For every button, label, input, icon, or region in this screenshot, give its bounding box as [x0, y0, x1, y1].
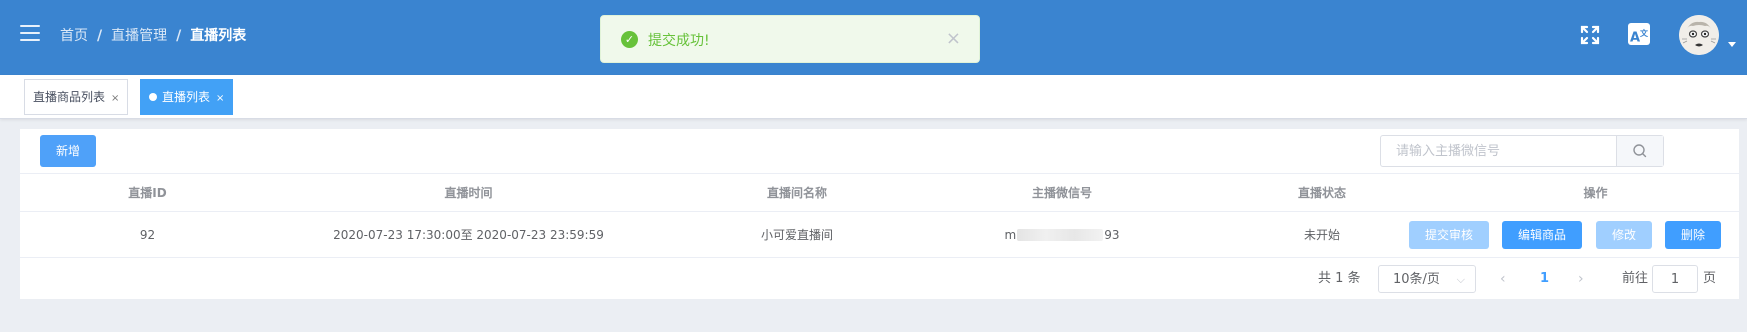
column-header: 直播ID: [128, 186, 167, 200]
breadcrumb-separator: /: [97, 28, 103, 44]
goto-page-field: [1652, 265, 1698, 293]
modify-button[interactable]: 修改: [1596, 221, 1652, 249]
toast-message: 提交成功!: [648, 33, 710, 49]
tab-label: 直播列表: [162, 90, 211, 104]
page-number[interactable]: 1: [1540, 265, 1549, 293]
breadcrumb-home[interactable]: 首页: [60, 28, 88, 44]
next-page-button[interactable]: ›: [1578, 265, 1584, 293]
page-size-select[interactable]: 10条/页 ⌵: [1378, 265, 1476, 293]
close-icon[interactable]: ×: [111, 93, 119, 104]
table-header: 直播ID 直播时间 直播间名称 主播微信号 直播状态 操作: [20, 173, 1739, 212]
redacted-blur: [1017, 228, 1104, 241]
pagination-total: 共 1 条: [1318, 271, 1361, 286]
tab-live-goods-list[interactable]: 直播商品列表 ×: [24, 79, 129, 115]
column-header: 操作: [1583, 186, 1608, 200]
check-circle-icon: ✓: [621, 31, 638, 48]
caret-down-icon[interactable]: [1728, 42, 1736, 47]
success-toast: ✓ 提交成功! ×: [600, 15, 980, 63]
add-button[interactable]: 新增: [40, 135, 96, 167]
submit-review-button[interactable]: 提交审核: [1409, 221, 1489, 249]
active-dot-icon: [149, 93, 157, 101]
search-button[interactable]: [1616, 136, 1663, 166]
delete-button[interactable]: 删除: [1665, 221, 1721, 249]
breadcrumb-separator: /: [176, 28, 182, 44]
cell-room-name: 小可爱直播间: [760, 228, 833, 242]
column-header: 直播时间: [444, 186, 493, 200]
breadcrumb: 首页 / 直播管理 / 直播列表: [60, 25, 246, 45]
column-header: 直播状态: [1297, 186, 1346, 200]
translate-icon-sup: 文: [1640, 29, 1649, 38]
cell-live-id: 92: [139, 227, 156, 242]
close-icon[interactable]: ×: [946, 28, 961, 49]
cell-live-time: 2020-07-23 17:30:00至 2020-07-23 23:59:59: [333, 228, 604, 242]
goto-unit: 页: [1703, 271, 1717, 286]
fullscreen-icon[interactable]: [1579, 24, 1601, 46]
chevron-down-icon: ⌵: [1456, 273, 1465, 286]
column-header: 主播微信号: [1031, 186, 1092, 200]
wechat-prefix: m: [1004, 227, 1017, 242]
breadcrumb-live-management[interactable]: 直播管理: [111, 28, 167, 44]
hamburger-menu-icon[interactable]: [20, 25, 40, 41]
search-icon: [1633, 144, 1647, 158]
goto-page-input[interactable]: [1653, 266, 1697, 293]
wechat-suffix: 93: [1104, 227, 1120, 242]
translate-icon-letter: A: [1629, 30, 1641, 46]
column-header: 直播间名称: [766, 186, 827, 200]
translate-icon[interactable]: A文: [1628, 23, 1650, 45]
breadcrumb-current: 直播列表: [190, 28, 247, 44]
edit-goods-button[interactable]: 编辑商品: [1502, 221, 1582, 249]
search-box: [1380, 135, 1664, 167]
tab-live-list[interactable]: 直播列表 ×: [140, 79, 234, 115]
goto-label: 前往: [1622, 271, 1649, 286]
cell-wechat-id: m 93: [932, 212, 1192, 257]
avatar[interactable]: [1679, 15, 1719, 55]
tab-label: 直播商品列表: [33, 90, 106, 104]
close-icon[interactable]: ×: [216, 93, 224, 104]
page-size-value: 10条/页: [1393, 272, 1440, 287]
prev-page-button[interactable]: ‹: [1500, 265, 1506, 293]
tags-view-bar: [0, 75, 1747, 119]
